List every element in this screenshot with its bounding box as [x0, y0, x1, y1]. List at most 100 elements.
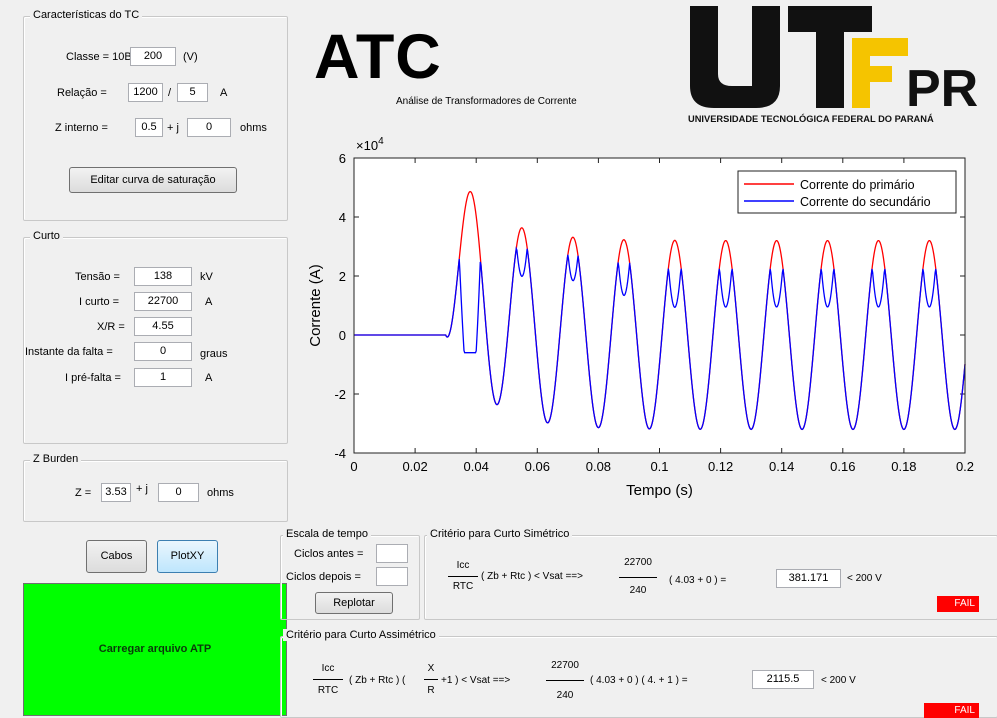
asim-icc: Icc: [321, 663, 335, 674]
icurto-unit: A: [205, 296, 213, 308]
asim-sum-part: ( 4.03 + 0 ) ( 4. + 1 ) =: [590, 675, 688, 686]
relacao-primary-field[interactable]: 1200: [128, 83, 163, 102]
asim-plus1: +1 ) < Vsat ==>: [441, 675, 511, 686]
icurto-field[interactable]: 22700: [134, 292, 192, 311]
asim-zb-part: ( Zb + Rtc ) (: [349, 675, 406, 686]
app-title: ATC: [314, 22, 442, 92]
cabos-button[interactable]: Cabos: [86, 540, 147, 573]
x-tick-label: 0.14: [769, 459, 794, 474]
app-subtitle: Análise de Transformadores de Corrente: [396, 96, 577, 107]
asim-den: 240: [556, 690, 574, 701]
classe-unit: (V): [183, 51, 198, 63]
current-chart: 0 0.02 0.04 0.06 0.08 0.1 0.12 0.14 0.16 0.18 0.2 -…: [307, 136, 974, 499]
burden-panel: Z Burden Z = 3.53 + j 0 ohms: [23, 453, 288, 522]
asim-limit: < 200 V: [821, 675, 856, 686]
iprefalta-unit: A: [205, 372, 213, 384]
y-axis-label: Corrente (A): [307, 264, 324, 347]
instante-unit: graus: [200, 348, 228, 360]
xr-field[interactable]: 4.55: [134, 317, 192, 336]
x-tick-label: 0.2: [956, 459, 974, 474]
tensao-field[interactable]: 138: [134, 267, 192, 286]
zint-j: + j: [167, 122, 179, 134]
x-tick-label: 0.16: [830, 459, 855, 474]
sim-result-field[interactable]: 381.171: [776, 569, 841, 588]
zint-real-field[interactable]: 0.5: [135, 118, 163, 137]
xr-label: X/R =: [97, 321, 125, 333]
zint-unit: ohms: [240, 122, 267, 134]
burden-panel-title: Z Burden: [30, 453, 82, 465]
sim-rtc: RTC: [452, 581, 474, 592]
legend-label-primary: Corrente do primário: [800, 178, 915, 192]
tc-panel: Características do TC Classe = 10B 200 (…: [23, 9, 288, 221]
burden-z-real-field[interactable]: 3.53: [101, 483, 131, 502]
relacao-secondary-field[interactable]: 5: [177, 83, 208, 102]
curto-panel: Curto Tensão = 138 kV I curto = 22700 A …: [23, 230, 288, 444]
ciclos-antes-label: Ciclos antes =: [294, 548, 364, 560]
ciclos-depois-field[interactable]: [376, 567, 408, 586]
asim-rtc: RTC: [317, 685, 339, 696]
x-tick-label: 0.04: [464, 459, 489, 474]
y-tick-label: 4: [339, 210, 346, 225]
ciclos-antes-field[interactable]: [376, 544, 408, 563]
x-axis-label: Tempo (s): [626, 482, 693, 499]
burden-z-label: Z =: [75, 487, 92, 499]
burden-z-imag-field[interactable]: 0: [158, 483, 199, 502]
burden-z-j: + j: [136, 483, 148, 495]
tensao-unit: kV: [200, 271, 213, 283]
y-multiplier-label: ×104: [356, 136, 384, 153]
y-tick-label: 2: [339, 269, 346, 284]
asim-xr-fraction: X R: [424, 663, 438, 699]
zint-imag-field[interactable]: 0: [187, 118, 231, 137]
y-tick-label: -4: [334, 446, 346, 461]
y-tick-label: -2: [334, 387, 346, 402]
x-tick-label: 0: [350, 459, 357, 474]
x-tick-label: 0.1: [650, 459, 668, 474]
svg-text:PR: PR: [906, 60, 978, 118]
ciclos-depois-label: Ciclos depois =: [286, 571, 361, 583]
asim-r: R: [427, 685, 435, 696]
sim-limit: < 200 V: [847, 573, 882, 584]
utfpr-logo: PR UNIVERSIDADE TECNOLÓGICA FEDERAL DO P…: [686, 4, 994, 128]
sim-icc: Icc: [456, 560, 470, 571]
asim-x: X: [427, 663, 435, 674]
escala-panel-title: Escala de tempo: [283, 528, 371, 540]
classe-field[interactable]: 200: [130, 47, 176, 66]
asim-fail-badge: FAIL: [924, 703, 979, 718]
sim-sum-part: ( 4.03 + 0 ) =: [669, 575, 727, 586]
assimetrico-panel-title: Critério para Curto Assimétrico: [283, 629, 439, 641]
escala-panel: Escala de tempo Ciclos antes = Ciclos de…: [280, 528, 420, 620]
y-tick-label: 0: [339, 328, 346, 343]
tensao-label: Tensão =: [75, 271, 120, 283]
x-tick-label: 0.06: [525, 459, 550, 474]
asim-result-field[interactable]: 2115.5: [752, 670, 814, 689]
x-tick-label: 0.18: [891, 459, 916, 474]
y-tick-label: 6: [339, 151, 346, 166]
sim-ratio-fraction: 22700 240: [619, 557, 657, 603]
tc-panel-title: Características do TC: [30, 9, 143, 21]
sim-den: 240: [629, 585, 647, 596]
instante-field[interactable]: 0: [134, 342, 192, 361]
sim-zb-part: ( Zb + Rtc ) < Vsat ==>: [481, 571, 583, 582]
x-tick-label: 0.12: [708, 459, 733, 474]
burden-z-unit: ohms: [207, 487, 234, 499]
icurto-label: I curto =: [79, 296, 120, 308]
edit-saturation-curve-button[interactable]: Editar curva de saturação: [69, 167, 237, 193]
curto-panel-title: Curto: [30, 230, 63, 242]
asim-num: 22700: [551, 660, 579, 671]
iprefalta-label: I pré-falta =: [65, 372, 121, 384]
legend-label-secondary: Corrente do secundário: [800, 195, 931, 209]
iprefalta-field[interactable]: 1: [134, 368, 192, 387]
load-atp-file-button[interactable]: Carregar arquivo ATP: [23, 583, 287, 716]
x-tick-label: 0.02: [402, 459, 427, 474]
asim-icc-rtc-fraction: Icc RTC: [313, 663, 343, 699]
x-tick-label: 0.08: [586, 459, 611, 474]
relacao-sep: /: [168, 87, 172, 99]
instante-label: Instante da falta =: [25, 346, 113, 358]
asim-ratio-fraction: 22700 240: [546, 660, 584, 706]
sim-num: 22700: [624, 557, 652, 568]
utfpr-caption: UNIVERSIDADE TECNOLÓGICA FEDERAL DO PARA…: [688, 113, 934, 124]
replotar-button[interactable]: Replotar: [315, 592, 393, 614]
simetrico-panel-title: Critério para Curto Simétrico: [427, 528, 573, 540]
zint-label: Z interno =: [55, 122, 108, 134]
plotxy-button[interactable]: PlotXY: [157, 540, 218, 573]
